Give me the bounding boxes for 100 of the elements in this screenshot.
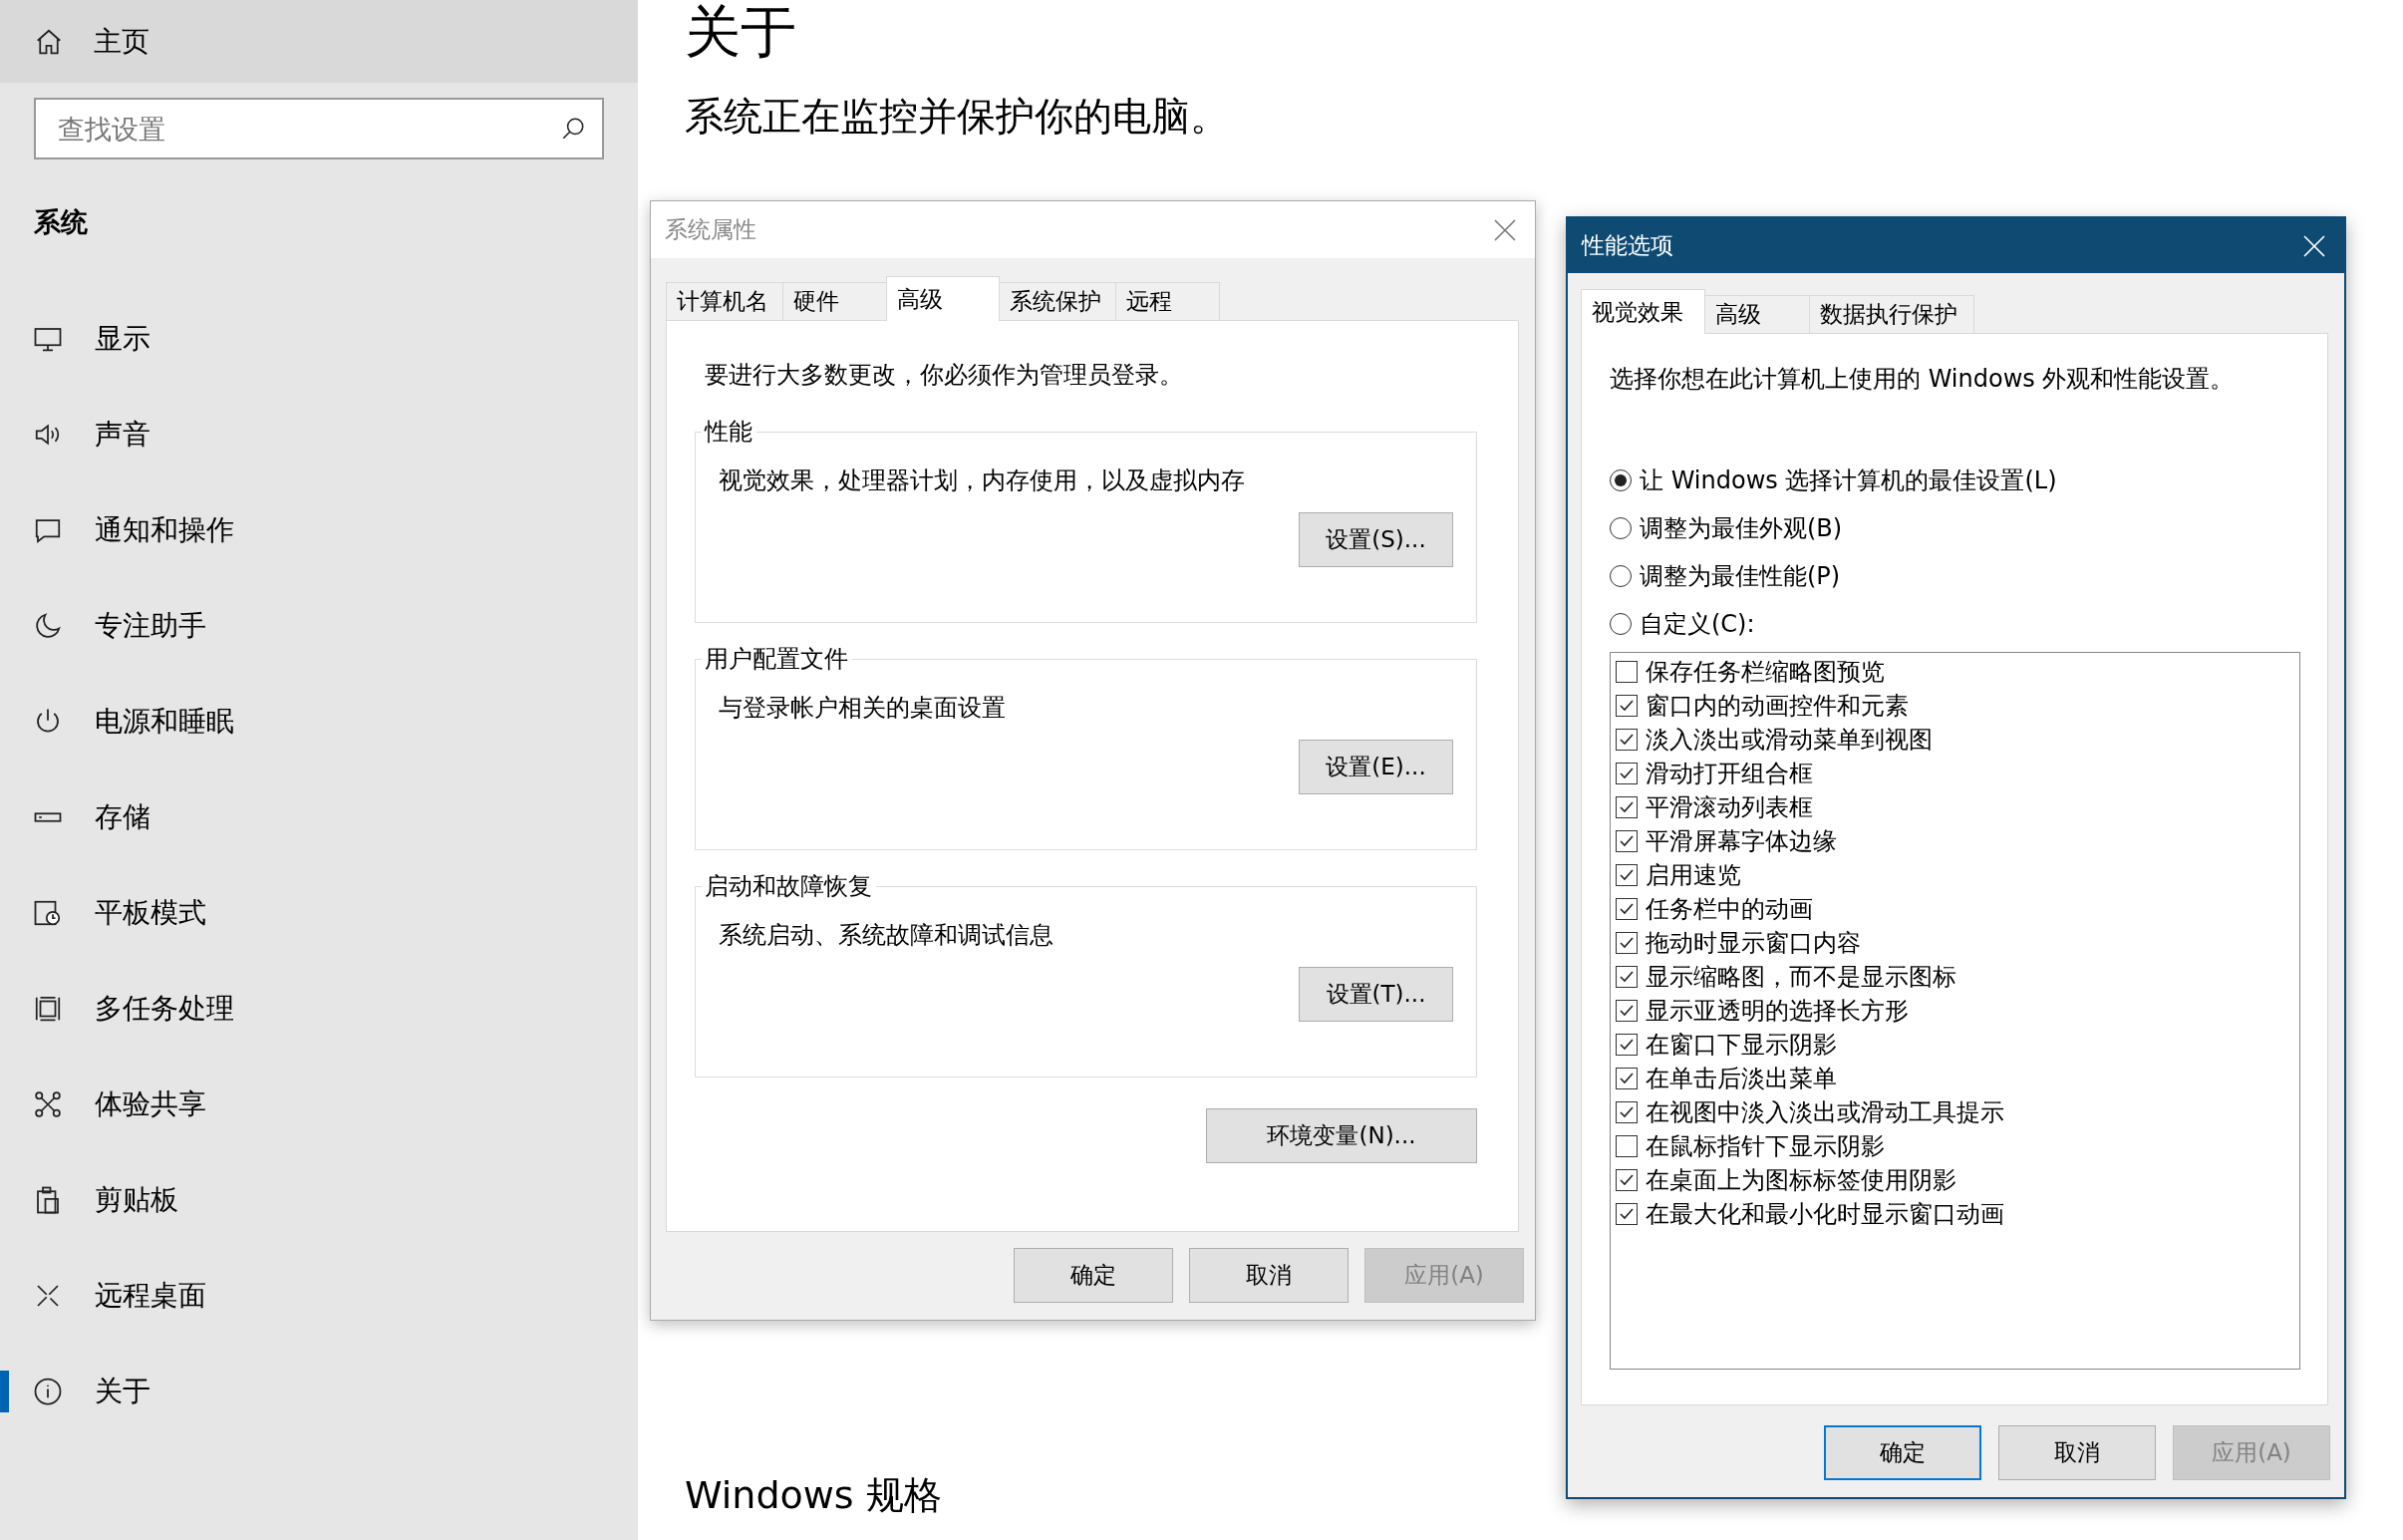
settings-button[interactable]: 设置(E)...: [1299, 740, 1453, 794]
checkbox[interactable]: [1616, 1000, 1638, 1022]
checkbox-label: 在桌面上为图标标签使用阴影: [1646, 1165, 1956, 1195]
checkbox[interactable]: [1616, 932, 1638, 954]
checkbox-label: 显示亚透明的选择长方形: [1646, 996, 1909, 1026]
checkmark-icon: [1619, 833, 1635, 849]
checkbox-label: 在鼠标指针下显示阴影: [1646, 1131, 1885, 1161]
checkbox[interactable]: [1616, 729, 1638, 751]
checkbox-label: 在单击后淡出菜单: [1646, 1064, 1837, 1093]
nav-item[interactable]: 剪贴板: [0, 1152, 638, 1248]
checkmark-icon: [1619, 1003, 1635, 1019]
settings-button[interactable]: 设置(T)...: [1299, 967, 1453, 1022]
radio-label: 调整为最佳性能(P): [1640, 561, 1841, 591]
checkmark-icon: [1619, 1172, 1635, 1188]
group-title: 启动和故障恢复: [702, 871, 876, 901]
dialog-button[interactable]: 取消: [1189, 1248, 1349, 1303]
nav-item[interactable]: 通知和操作: [0, 482, 638, 578]
checkbox[interactable]: [1616, 695, 1638, 717]
nav-item[interactable]: 平板模式: [0, 865, 638, 961]
nav-item[interactable]: 声音: [0, 387, 638, 482]
group-title: 性能: [702, 417, 756, 447]
group-description: 与登录帐户相关的桌面设置: [719, 693, 1007, 723]
checkmark-icon: [1619, 935, 1635, 951]
checkbox[interactable]: [1616, 796, 1638, 818]
radio-button[interactable]: [1610, 613, 1632, 635]
radio-button[interactable]: [1610, 517, 1632, 539]
checkmark-icon: [1619, 867, 1635, 883]
checkbox-label: 保存任务栏缩略图预览: [1646, 657, 1885, 687]
group-title: 用户配置文件: [702, 644, 852, 674]
checkmark-icon: [1619, 1071, 1635, 1086]
checkbox-label: 淡入淡出或滑动菜单到视图: [1646, 725, 1933, 755]
settings-button[interactable]: 设置(S)...: [1299, 512, 1453, 567]
search-icon: [560, 116, 586, 142]
checkbox-label: 滑动打开组合框: [1646, 759, 1813, 788]
checkmark-icon: [1619, 969, 1635, 985]
checkmark-icon: [1619, 1206, 1635, 1222]
moon-icon: [33, 611, 63, 641]
nav-item[interactable]: 存储: [0, 770, 638, 865]
radio-label: 调整为最佳外观(B): [1640, 513, 1843, 543]
checkbox[interactable]: [1616, 830, 1638, 852]
checkmark-icon: [1619, 799, 1635, 815]
dialog-button[interactable]: 确定: [1014, 1248, 1173, 1303]
nav-item[interactable]: 电源和睡眠: [0, 674, 638, 770]
tab[interactable]: 计算机名: [666, 282, 783, 320]
share-icon: [33, 1089, 63, 1119]
checkbox[interactable]: [1616, 661, 1638, 683]
checkbox[interactable]: [1616, 898, 1638, 920]
checkbox[interactable]: [1616, 966, 1638, 988]
group-description: 系统启动、系统故障和调试信息: [719, 920, 1054, 950]
checkbox-label: 平滑滚动列表框: [1646, 792, 1813, 822]
radio-button[interactable]: [1610, 469, 1632, 491]
search-field[interactable]: 查找设置: [34, 98, 604, 159]
nav-item[interactable]: 远程桌面: [0, 1248, 638, 1344]
dialog-button[interactable]: 确定: [1824, 1425, 1981, 1480]
status-text: 系统正在监控并保护你的电脑。: [685, 94, 1230, 140]
checkbox-label: 窗口内的动画控件和元素: [1646, 691, 1909, 721]
checkbox-label: 在最大化和最小化时显示窗口动画: [1646, 1199, 2004, 1229]
nav-item[interactable]: 关于: [0, 1344, 638, 1439]
close-icon: [2302, 233, 2326, 258]
info-icon: [33, 1377, 63, 1406]
tablet-icon: [33, 898, 63, 928]
nav-item[interactable]: 专注助手: [0, 578, 638, 674]
dialog-title: 系统属性: [665, 215, 756, 244]
home-link[interactable]: 主页: [0, 0, 638, 83]
checkmark-icon: [1619, 766, 1635, 781]
radio-button[interactable]: [1610, 565, 1632, 587]
checkbox[interactable]: [1616, 1135, 1638, 1157]
page-title: 关于: [685, 0, 797, 64]
admin-note: 要进行大多数更改，你必须作为管理员登录。: [705, 360, 1184, 390]
checkbox-label: 任务栏中的动画: [1646, 894, 1813, 924]
tab[interactable]: 远程: [1115, 282, 1220, 320]
checkbox-label: 启用速览: [1646, 860, 1741, 890]
group-description: 视觉效果，处理器计划，内存使用，以及虚拟内存: [719, 465, 1246, 495]
nav-item[interactable]: 体验共享: [0, 1057, 638, 1152]
instruction-text: 选择你想在此计算机上使用的 Windows 外观和性能设置。: [1610, 364, 2236, 394]
close-icon: [1493, 217, 1517, 242]
radio-label: 让 Windows 选择计算机的最佳设置(L): [1640, 465, 2057, 495]
checkmark-icon: [1619, 1037, 1635, 1053]
checkmark-icon: [1619, 901, 1635, 917]
checkbox-label: 显示缩略图，而不是显示图标: [1646, 962, 1956, 992]
nav-item[interactable]: 显示: [0, 291, 638, 387]
checkbox[interactable]: [1616, 1068, 1638, 1089]
checkbox-label: 平滑屏幕字体边缘: [1646, 826, 1837, 856]
checkbox[interactable]: [1616, 1034, 1638, 1056]
environment-variables-button[interactable]: 环境变量(N)...: [1206, 1108, 1477, 1163]
checkbox[interactable]: [1616, 1203, 1638, 1225]
dialog-button[interactable]: 取消: [1998, 1425, 2156, 1480]
checkmark-icon: [1619, 732, 1635, 748]
nav-item[interactable]: 多任务处理: [0, 961, 638, 1057]
checkbox[interactable]: [1616, 763, 1638, 784]
section-heading: 系统: [34, 205, 89, 239]
checkbox[interactable]: [1616, 1169, 1638, 1191]
multitask-icon: [33, 994, 63, 1024]
tab[interactable]: 视觉效果: [1581, 289, 1705, 334]
tab[interactable]: 高级: [886, 276, 1000, 321]
dialog-title: 性能选项: [1582, 231, 1673, 260]
checkbox[interactable]: [1616, 1101, 1638, 1123]
checkbox[interactable]: [1616, 864, 1638, 886]
section-heading: Windows 规格: [685, 1472, 943, 1518]
tab[interactable]: 数据执行保护: [1809, 295, 1974, 333]
